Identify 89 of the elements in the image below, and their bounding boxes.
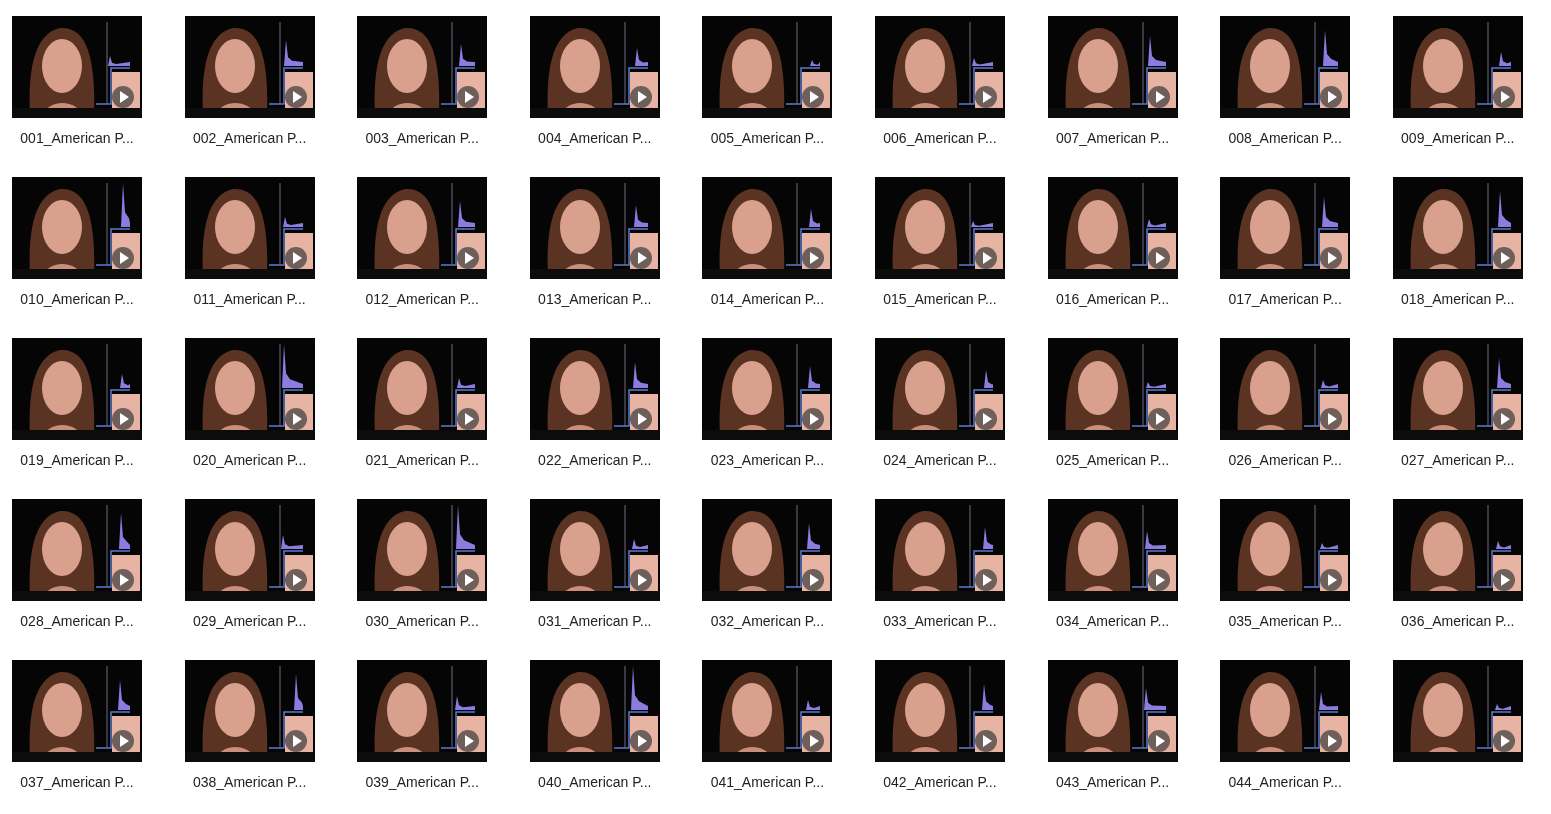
file-name[interactable]: 026_American P... [1228, 451, 1342, 469]
play-icon[interactable] [974, 247, 997, 269]
play-icon[interactable] [457, 247, 480, 269]
play-icon[interactable] [1492, 86, 1515, 108]
file-name[interactable]: 004_American P... [538, 129, 652, 147]
file-name[interactable]: 003_American P... [365, 129, 479, 147]
file-name[interactable]: 032_American P... [710, 612, 825, 630]
play-icon[interactable] [1320, 569, 1343, 591]
play-icon[interactable] [974, 730, 997, 752]
file-name[interactable]: 027_American P... [1401, 451, 1515, 469]
play-icon[interactable] [802, 730, 825, 752]
play-icon[interactable] [112, 247, 134, 269]
file-name[interactable]: 012_American P... [365, 290, 479, 308]
file-name[interactable]: 025_American P... [1055, 451, 1170, 469]
file-name[interactable]: 043_American P... [1055, 773, 1170, 791]
play-icon[interactable] [284, 247, 307, 269]
file-name[interactable]: 013_American P... [538, 290, 652, 308]
play-icon[interactable] [802, 86, 825, 108]
file-name[interactable]: 014_American P... [710, 290, 825, 308]
file-name[interactable]: 020_American P... [192, 451, 307, 469]
play-icon[interactable] [802, 247, 825, 269]
file-name[interactable]: 034_American P... [1055, 612, 1170, 630]
play-icon[interactable] [1320, 247, 1343, 269]
play-icon[interactable] [1492, 730, 1515, 752]
play-icon[interactable] [284, 730, 307, 752]
file-name[interactable]: 015_American P... [883, 290, 997, 308]
play-icon[interactable] [112, 569, 134, 591]
play-icon[interactable] [1147, 247, 1170, 269]
file-name[interactable]: 029_American P... [192, 612, 307, 630]
file-name[interactable]: 019_American P... [20, 451, 134, 469]
play-icon[interactable] [1147, 730, 1170, 752]
file-name[interactable]: 037_American P... [20, 773, 134, 791]
play-icon[interactable] [1147, 86, 1170, 108]
file-name[interactable]: 028_American P... [20, 612, 134, 630]
play-icon[interactable] [974, 569, 997, 591]
play-icon[interactable] [629, 408, 652, 430]
file-name[interactable]: 001_American P... [20, 129, 134, 147]
file-name[interactable]: 033_American P... [883, 612, 997, 630]
play-icon[interactable] [284, 86, 307, 108]
play-icon[interactable] [1492, 408, 1515, 430]
file-name[interactable]: 018_American P... [1401, 290, 1515, 308]
play-icon[interactable] [457, 408, 480, 430]
play-icon[interactable] [1147, 569, 1170, 591]
play-icon[interactable] [629, 730, 652, 752]
file-name[interactable]: 021_American P... [365, 451, 479, 469]
file-name[interactable]: 041_American P... [710, 773, 825, 791]
file-name[interactable]: 007_American P... [1055, 129, 1170, 147]
play-icon[interactable] [1492, 247, 1515, 269]
file-name[interactable]: 042_American P... [883, 773, 997, 791]
play-icon[interactable] [1147, 408, 1170, 430]
file-name[interactable]: 040_American P... [538, 773, 652, 791]
play-icon[interactable] [974, 408, 997, 430]
play-icon[interactable] [1320, 86, 1343, 108]
play-icon[interactable] [1320, 730, 1343, 752]
file-name[interactable]: 005_American P... [710, 129, 825, 147]
file-name[interactable]: 039_American P... [365, 773, 479, 791]
file-name[interactable]: 017_American P... [1228, 290, 1342, 308]
play-icon[interactable] [112, 86, 134, 108]
file-name[interactable]: 023_American P... [710, 451, 825, 469]
file-name[interactable]: 010_American P... [20, 290, 134, 308]
play-icon[interactable] [112, 730, 134, 752]
play-icon[interactable] [284, 569, 307, 591]
file-name[interactable]: 009_American P... [1401, 129, 1515, 147]
play-icon[interactable] [457, 569, 480, 591]
play-icon[interactable] [112, 408, 134, 430]
file-name[interactable]: 022_American P... [538, 451, 652, 469]
play-icon[interactable] [629, 569, 652, 591]
file-name[interactable]: 002_American P... [192, 129, 307, 147]
file-name[interactable]: 036_American P... [1401, 612, 1515, 630]
file-name[interactable]: 006_American P... [883, 129, 997, 147]
play-icon[interactable] [1492, 569, 1515, 591]
play-icon[interactable] [284, 408, 307, 430]
play-icon[interactable] [1320, 408, 1343, 430]
play-icon[interactable] [457, 730, 480, 752]
file-name[interactable]: 016_American P... [1055, 290, 1170, 308]
file-name[interactable]: 035_American P... [1228, 612, 1342, 630]
file-name[interactable]: 030_American P... [365, 612, 479, 630]
play-icon[interactable] [457, 86, 480, 108]
file-name[interactable]: 038_American P... [192, 773, 307, 791]
file-name[interactable]: 024_American P... [883, 451, 997, 469]
file-name[interactable]: 008_American P... [1228, 129, 1342, 147]
file-name[interactable]: 031_American P... [538, 612, 652, 630]
play-icon[interactable] [629, 86, 652, 108]
play-icon[interactable] [629, 247, 652, 269]
file-name[interactable]: 044_American P... [1228, 773, 1342, 791]
play-icon[interactable] [974, 86, 997, 108]
file-name[interactable]: 011_American P... [193, 290, 306, 308]
play-icon[interactable] [802, 408, 825, 430]
play-icon[interactable] [802, 569, 825, 591]
